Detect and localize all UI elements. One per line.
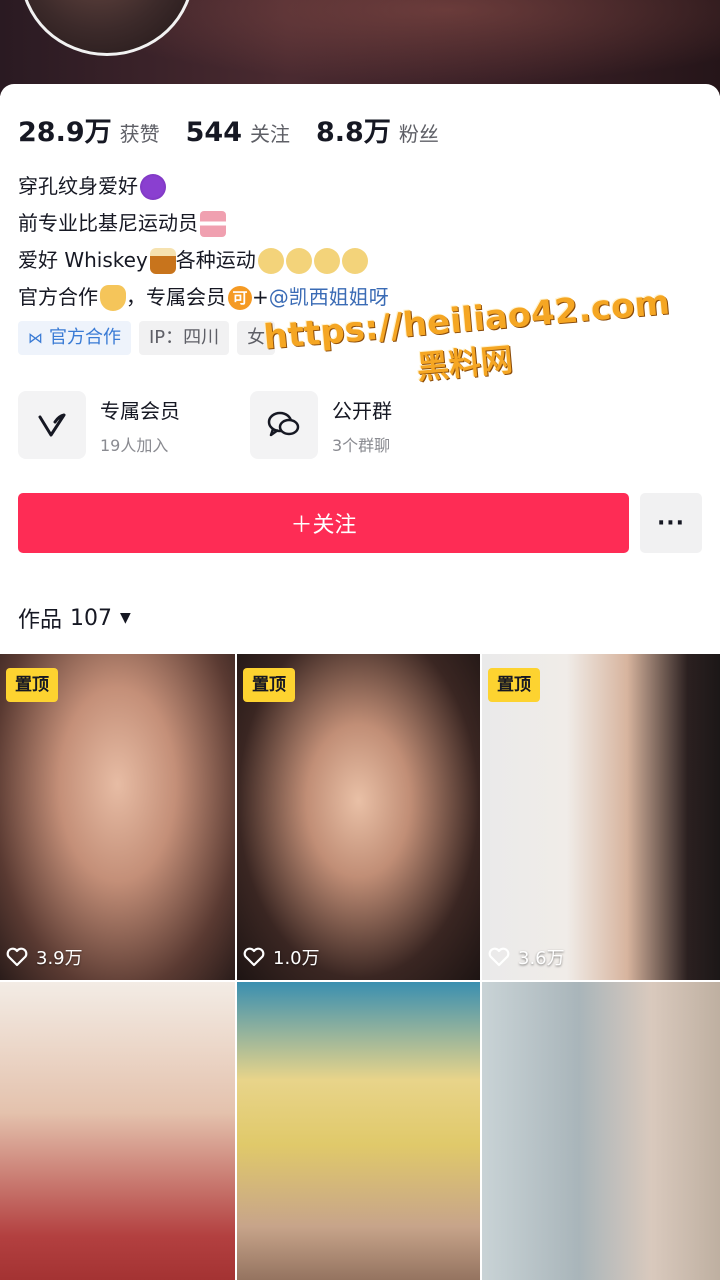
stat-following-label: 关注: [250, 122, 290, 146]
stat-likes-label: 获赞: [119, 122, 160, 146]
pinned-badge: 置顶: [243, 668, 295, 702]
video-tile[interactable]: [482, 982, 720, 1280]
pinned-badge: 置顶: [6, 668, 58, 702]
video-thumbnail: [482, 654, 720, 980]
bio-text: +: [252, 285, 269, 309]
works-count: 107: [70, 605, 113, 631]
likes-count: 1.0万: [243, 944, 320, 970]
weightlifter-emoji-icon: [257, 247, 284, 274]
profile-bio: 穿孔纹身爱好 前专业比基尼运动员 爱好 Whiskey 各种运动 官方合作 ，专…: [18, 168, 389, 316]
works-grid: 置顶 3.9万 置顶 1.0万 置顶 3.6万: [0, 654, 720, 1280]
video-tile[interactable]: 置顶 3.9万: [0, 654, 235, 980]
tag-label: IP：四川: [149, 327, 220, 348]
bio-text: ，专属会员: [126, 285, 226, 309]
heart-icon: [243, 947, 265, 967]
v-logo-icon: [18, 391, 86, 459]
stat-likes-value: 28.9万: [18, 117, 112, 148]
pinned-badge: 置顶: [488, 668, 540, 702]
pointing-down-emoji-icon: [100, 284, 126, 311]
video-thumbnail: [237, 982, 480, 1280]
video-thumbnail: [237, 654, 480, 980]
video-tile[interactable]: [0, 982, 235, 1280]
works-label: 作品: [18, 608, 63, 633]
works-header[interactable]: 作品 107 ▼: [18, 602, 131, 634]
chat-bubbles-icon: [250, 391, 318, 459]
stat-followers-label: 粉丝: [398, 122, 439, 146]
likes-count: 3.9万: [6, 944, 83, 970]
likes-value: 3.6万: [518, 948, 565, 969]
bio-line-3: 爱好 Whiskey 各种运动: [18, 242, 389, 279]
handshake-icon: ⋈: [28, 329, 43, 347]
tag-label: 官方合作: [49, 327, 121, 348]
bio-text: 爱好 Whiskey: [18, 248, 148, 272]
bio-line-4: 官方合作 ，专属会员 可 + @凯西姐姐呀: [18, 279, 389, 316]
feature-subtitle: 3个群聊: [332, 435, 391, 455]
bio-line-2: 前专业比基尼运动员: [18, 205, 389, 242]
stat-likes[interactable]: 28.9万 获赞: [18, 110, 160, 149]
feature-public-group[interactable]: 公开群 3个群聊: [250, 390, 466, 460]
bio-text: 前专业比基尼运动员: [18, 211, 198, 235]
video-tile[interactable]: [237, 982, 480, 1280]
feature-title: 公开群: [332, 398, 392, 423]
likes-count: 3.6万: [488, 944, 565, 970]
more-options-button[interactable]: ···: [640, 493, 702, 553]
likes-value: 1.0万: [273, 948, 320, 969]
feature-exclusive-member[interactable]: 专属会员 19人加入: [18, 390, 234, 460]
mountain-emoji-icon: [341, 247, 368, 274]
feature-subtitle: 19人加入: [100, 435, 169, 455]
bio-line-1: 穿孔纹身爱好: [18, 168, 389, 205]
profile-features: 专属会员 19人加入 公开群 3个群聊: [18, 390, 466, 460]
video-thumbnail: [482, 982, 720, 1280]
bio-text: 各种运动: [175, 248, 256, 272]
follow-button[interactable]: ＋关注: [18, 493, 629, 553]
bio-text: 官方合作: [18, 285, 98, 309]
bikini-emoji-icon: [200, 210, 226, 237]
mention-link[interactable]: @凯西姐姐呀: [269, 279, 389, 316]
profile-tags: ⋈ 官方合作 IP：四川 女: [18, 321, 276, 355]
cyclist-emoji-icon: [313, 247, 340, 274]
video-thumbnail: [0, 982, 235, 1280]
stat-following-value: 544: [185, 117, 242, 148]
stat-followers-value: 8.8万: [316, 117, 391, 148]
heart-icon: [6, 947, 28, 967]
runner-emoji-icon: [285, 247, 312, 274]
tag-label: 女: [247, 327, 266, 348]
stat-following[interactable]: 544 关注: [186, 117, 290, 148]
video-tile[interactable]: 置顶 1.0万: [237, 654, 480, 980]
stat-followers[interactable]: 8.8万 粉丝: [316, 110, 439, 149]
tag-ip-location: IP：四川: [139, 321, 230, 355]
tag-official-partner[interactable]: ⋈ 官方合作: [18, 321, 131, 355]
tag-gender: 女: [237, 321, 276, 355]
bio-text: 穿孔纹身爱好: [18, 174, 138, 198]
whisky-emoji-icon: [149, 247, 176, 274]
feature-title: 专属会员: [100, 398, 180, 423]
video-thumbnail: [0, 654, 235, 980]
devil-emoji-icon: [140, 173, 166, 200]
heart-icon: [488, 947, 510, 967]
member-badge-icon: 可: [228, 285, 252, 310]
profile-stats: 28.9万 获赞 544 关注 8.8万 粉丝: [18, 110, 439, 149]
video-tile[interactable]: 置顶 3.6万: [482, 654, 720, 980]
caret-down-icon: ▼: [120, 610, 131, 626]
likes-value: 3.9万: [36, 948, 83, 969]
